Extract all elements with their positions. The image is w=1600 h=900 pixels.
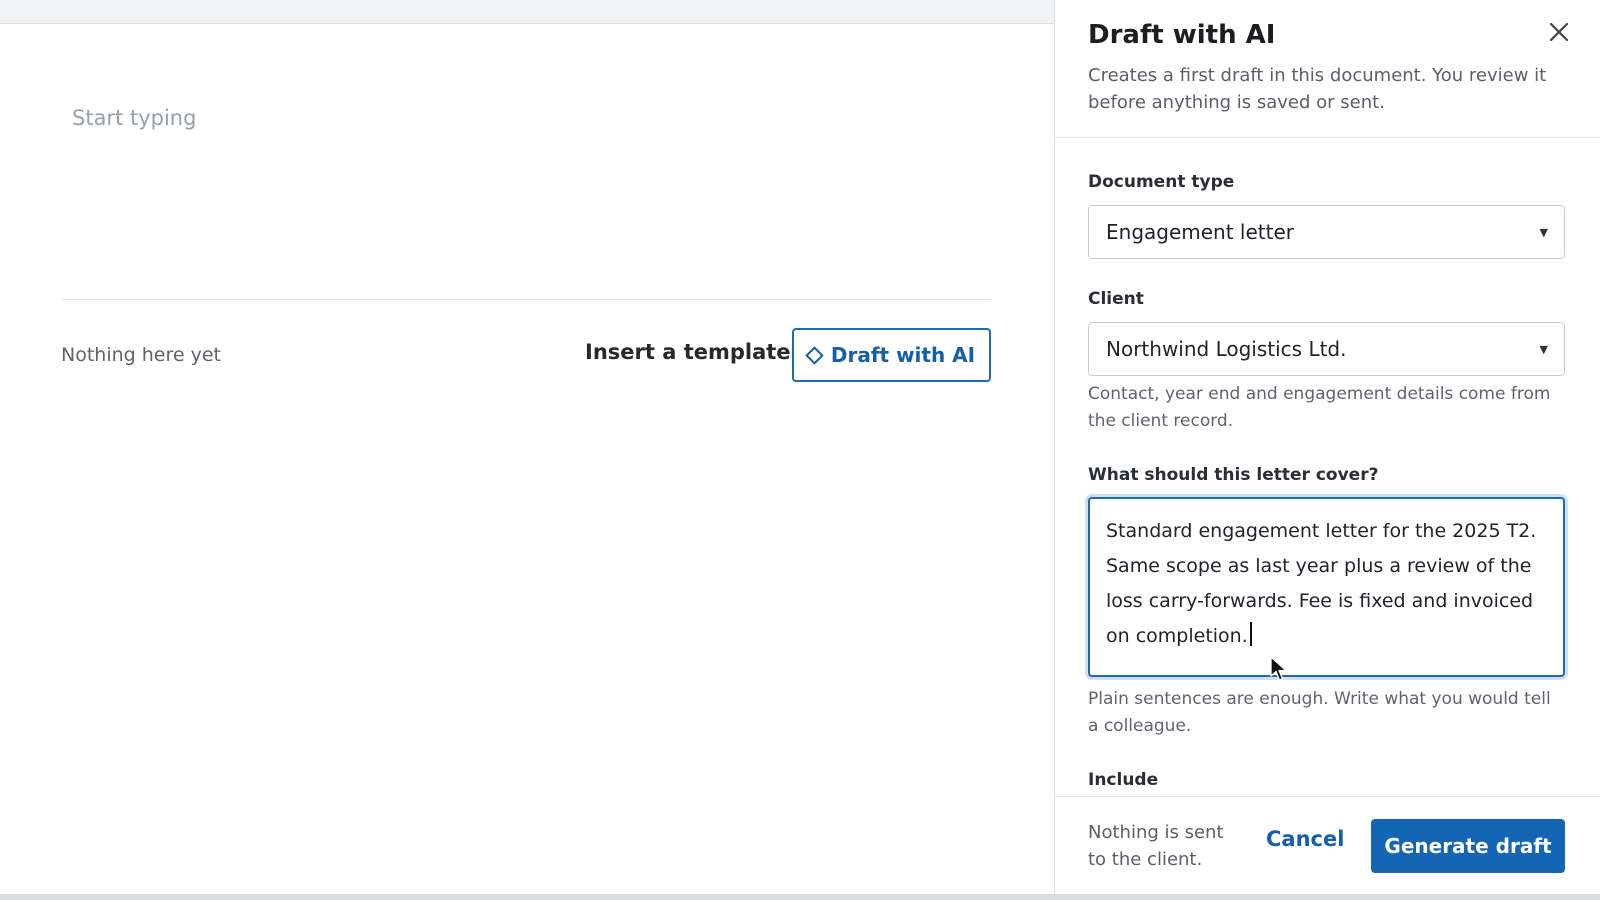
editor-toolbar [0, 0, 1054, 24]
cancel-button[interactable]: Cancel [1266, 827, 1344, 851]
text-cursor [1249, 622, 1252, 646]
document-editor[interactable]: Start typing Nothing here yet Insert a t… [0, 0, 1054, 894]
generate-draft-button[interactable]: Generate draft [1371, 819, 1565, 873]
chevron-down-icon: ▼ [1539, 226, 1548, 239]
cover-text: Standard engagement letter for the 2025 … [1106, 520, 1537, 647]
mouse-pointer-icon [1270, 656, 1287, 681]
draft-with-ai-panel: Draft with AI Creates a first draft in t… [1054, 0, 1600, 894]
cover-hint: Plain sentences are enough. Write what y… [1088, 689, 1551, 736]
app-window: Start typing Nothing here yet Insert a t… [0, 0, 1600, 900]
close-icon [1549, 22, 1569, 42]
cover-textarea[interactable]: Standard engagement letter for the 2025 … [1088, 497, 1565, 677]
panel-header: Draft with AI Creates a first draft in t… [1055, 0, 1600, 138]
panel-title: Draft with AI [1088, 20, 1276, 50]
chevron-down-icon: ▼ [1539, 343, 1548, 356]
document-type-value: Engagement letter [1106, 220, 1294, 244]
divider [61, 299, 991, 300]
client-label: Client [1088, 289, 1144, 309]
panel-description: Creates a first draft in this document. … [1088, 65, 1547, 113]
client-value: Northwind Logistics Ltd. [1106, 337, 1347, 361]
close-button[interactable] [1543, 16, 1575, 48]
footer-note: Nothing is sent to the client. [1088, 822, 1224, 870]
draft-with-ai-button[interactable]: Draft with AI [792, 328, 991, 382]
cover-label: What should this letter cover? [1088, 465, 1379, 485]
draft-with-ai-label: Draft with AI [830, 343, 976, 367]
editor-placeholder[interactable]: Start typing [72, 106, 196, 130]
document-type-label: Document type [1088, 172, 1235, 192]
document-type-select[interactable]: Engagement letter ▼ [1088, 205, 1565, 259]
include-label: Include [1088, 770, 1159, 790]
empty-state-text: Nothing here yet [61, 344, 221, 366]
panel-footer: Nothing is sent to the client. Cancel Ge… [1055, 796, 1600, 894]
insert-template-button[interactable]: Insert a template [585, 340, 791, 364]
client-hint: Contact, year end and engagement details… [1088, 384, 1551, 431]
diamond-icon [805, 345, 824, 365]
client-select[interactable]: Northwind Logistics Ltd. ▼ [1088, 322, 1565, 376]
bottom-edge [0, 894, 1600, 900]
